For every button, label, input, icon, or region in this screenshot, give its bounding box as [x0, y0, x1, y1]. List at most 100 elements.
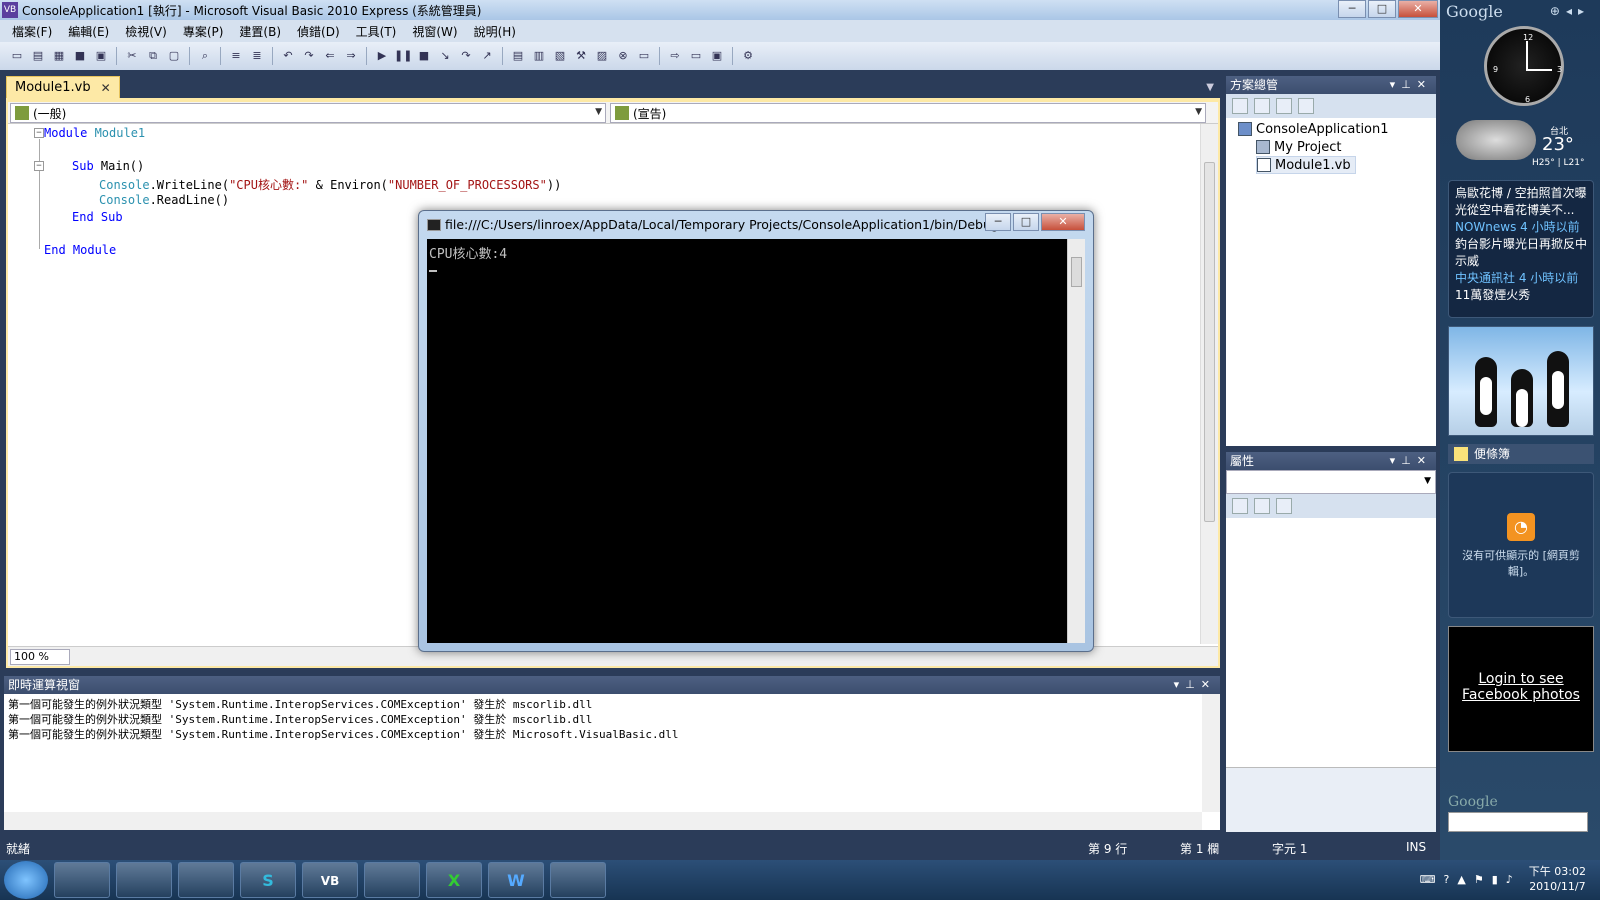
- vb-icon[interactable]: VB: [302, 862, 358, 898]
- tabs-dropdown-icon[interactable]: ▼: [1206, 82, 1214, 93]
- console-output[interactable]: CPU核心數:4: [427, 239, 1067, 643]
- start-debug-icon[interactable]: ▶: [373, 47, 391, 65]
- panel-controls-icon[interactable]: ▾⊥✕: [1390, 76, 1432, 94]
- menu-debug[interactable]: 偵錯(D): [289, 23, 348, 40]
- object-browser-icon[interactable]: ▧: [551, 47, 569, 65]
- slideshow-gadget[interactable]: [1448, 326, 1594, 436]
- fold-toggle-icon[interactable]: −: [34, 128, 44, 138]
- tree-item-module1[interactable]: Module1.vb: [1256, 156, 1356, 174]
- toolbox-icon[interactable]: ⚒: [572, 47, 590, 65]
- menu-build[interactable]: 建置(B): [231, 23, 289, 40]
- tab-module1[interactable]: Module1.vb ✕: [6, 76, 120, 98]
- step-into-icon[interactable]: ↘: [436, 47, 454, 65]
- immediate-vertical-scrollbar[interactable]: [1202, 694, 1220, 812]
- start-page-icon[interactable]: ▨: [593, 47, 611, 65]
- keyboard-icon[interactable]: ⌨: [1420, 873, 1436, 886]
- tree-item-my-project[interactable]: My Project: [1256, 138, 1342, 156]
- console-window[interactable]: file:///C:/Users/linroex/AppData/Local/T…: [418, 210, 1094, 652]
- tab-close-icon[interactable]: ✕: [101, 81, 111, 95]
- news-item[interactable]: 11萬發煙火秀: [1455, 287, 1587, 304]
- refresh-icon[interactable]: [1276, 98, 1292, 114]
- console-task-icon[interactable]: [178, 862, 234, 898]
- start-button[interactable]: [4, 861, 48, 899]
- minimize-button[interactable]: ─: [1338, 0, 1366, 18]
- open-icon[interactable]: ▤: [29, 47, 47, 65]
- google-search-input[interactable]: [1448, 812, 1588, 832]
- menu-help[interactable]: 說明(H): [466, 23, 524, 40]
- taskbar-clock[interactable]: 下午 03:02 2010/11/7: [1529, 864, 1586, 894]
- console-scrollbar[interactable]: [1067, 239, 1085, 643]
- help-icon[interactable]: ?: [1444, 873, 1450, 886]
- show-hidden-icons[interactable]: ▲: [1457, 873, 1465, 886]
- property-pages-icon[interactable]: [1276, 498, 1292, 514]
- new-project-icon[interactable]: ▭: [8, 47, 26, 65]
- step-out-icon[interactable]: ↗: [478, 47, 496, 65]
- minimize-button[interactable]: ─: [985, 213, 1011, 231]
- skype-icon[interactable]: S: [240, 862, 296, 898]
- member-combo[interactable]: (宣告) ▼: [610, 103, 1206, 123]
- action-center-icon[interactable]: ⚑: [1474, 873, 1484, 886]
- menu-project[interactable]: 專案(P): [175, 23, 232, 40]
- comment-icon[interactable]: ≡: [227, 47, 245, 65]
- copy-icon[interactable]: ⧉: [144, 47, 162, 65]
- panel-controls-icon[interactable]: ▾⊥✕: [1390, 452, 1432, 470]
- explorer-icon[interactable]: [116, 862, 172, 898]
- properties-object-combo[interactable]: ▼: [1226, 470, 1436, 494]
- customize-icon[interactable]: ⚙: [739, 47, 757, 65]
- app-icon[interactable]: [550, 862, 606, 898]
- zoom-combo[interactable]: 100 %: [10, 648, 70, 665]
- navigate-back-icon[interactable]: ⇐: [321, 47, 339, 65]
- step-over-icon[interactable]: ↷: [457, 47, 475, 65]
- pause-icon[interactable]: ❚❚: [394, 47, 412, 65]
- news-item[interactable]: 釣台影片曝光日再掀反中示威: [1455, 236, 1587, 270]
- facebook-login-link[interactable]: Login to see Facebook photos: [1448, 626, 1594, 752]
- fold-toggle-icon[interactable]: −: [34, 161, 44, 171]
- menu-tools[interactable]: 工具(T): [348, 23, 405, 40]
- volume-icon[interactable]: ♪: [1506, 873, 1513, 886]
- stop-icon[interactable]: ■: [415, 47, 433, 65]
- close-button[interactable]: ✕: [1398, 0, 1438, 18]
- view-code-icon[interactable]: [1298, 98, 1314, 114]
- maximize-button[interactable]: □: [1013, 213, 1039, 231]
- uncomment-icon[interactable]: ≣: [248, 47, 266, 65]
- paste-icon[interactable]: ▢: [165, 47, 183, 65]
- add-item-icon[interactable]: ▦: [50, 47, 68, 65]
- tree-item-project[interactable]: ConsoleApplication1: [1238, 120, 1389, 138]
- menu-file[interactable]: 檔案(F): [4, 23, 60, 40]
- immediate-icon[interactable]: ▭: [687, 47, 705, 65]
- solution-explorer-icon[interactable]: ▤: [509, 47, 527, 65]
- immediate-horizontal-scrollbar[interactable]: [4, 812, 1202, 830]
- redo-icon[interactable]: ↷: [300, 47, 318, 65]
- panel-controls-icon[interactable]: ▾⊥✕: [1174, 676, 1216, 694]
- yahoo-messenger-icon[interactable]: [364, 862, 420, 898]
- news-item[interactable]: 烏歐花博 / 空拍照首次曝光從空中看花博美不...: [1455, 185, 1587, 219]
- breakpoints-icon[interactable]: ▣: [708, 47, 726, 65]
- save-icon[interactable]: ■: [71, 47, 89, 65]
- properties-icon[interactable]: ▥: [530, 47, 548, 65]
- chrome-icon[interactable]: [54, 862, 110, 898]
- sidebar-controls-icon[interactable]: ⊕◂▸: [1550, 4, 1590, 18]
- find-icon[interactable]: ⌕: [196, 47, 214, 65]
- cut-icon[interactable]: ✂: [123, 47, 141, 65]
- navigate-forward-icon[interactable]: ⇒: [342, 47, 360, 65]
- menu-window[interactable]: 視窗(W): [404, 23, 465, 40]
- scroll-thumb[interactable]: [1204, 162, 1215, 522]
- menu-edit[interactable]: 編輯(E): [60, 23, 117, 40]
- menu-view[interactable]: 檢視(V): [117, 23, 175, 40]
- alphabetical-icon[interactable]: [1254, 498, 1270, 514]
- maximize-button[interactable]: □: [1368, 0, 1396, 18]
- error-list-icon[interactable]: ⊗: [614, 47, 632, 65]
- properties-icon[interactable]: [1232, 98, 1248, 114]
- network-icon[interactable]: ▮: [1492, 873, 1498, 886]
- show-all-files-icon[interactable]: [1254, 98, 1270, 114]
- categorized-icon[interactable]: [1232, 498, 1248, 514]
- scroll-thumb[interactable]: [1071, 257, 1082, 287]
- editor-vertical-scrollbar[interactable]: [1200, 124, 1218, 644]
- immediate-window[interactable]: 第一個可能發生的例外狀況類型 'System.Runtime.InteropSe…: [4, 694, 1220, 830]
- word-icon[interactable]: W: [488, 862, 544, 898]
- save-all-icon[interactable]: ▣: [92, 47, 110, 65]
- undo-icon[interactable]: ↶: [279, 47, 297, 65]
- close-button[interactable]: ✕: [1041, 213, 1085, 231]
- class-combo[interactable]: (一般) ▼: [10, 103, 606, 123]
- excel-icon[interactable]: X: [426, 862, 482, 898]
